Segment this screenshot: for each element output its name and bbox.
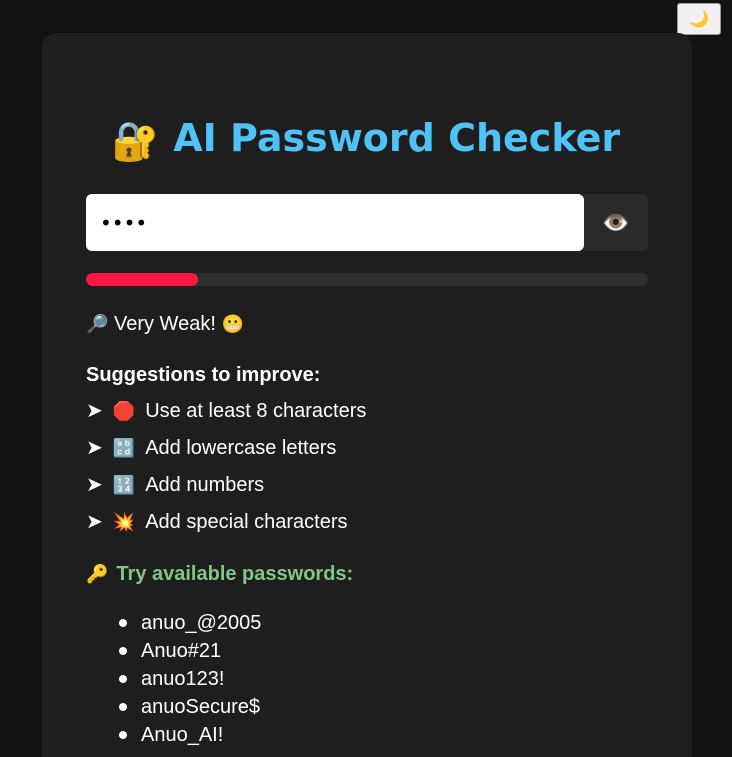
available-passwords-list: anuo_@2005 Anuo#21 anuo123! anuoSecure$ … bbox=[118, 609, 261, 749]
strength-meter-fill bbox=[86, 273, 199, 286]
suggestion-item: ➤ 💥 Add special characters bbox=[86, 508, 348, 536]
password-input[interactable] bbox=[86, 194, 584, 251]
password-suggestion[interactable]: anuoSecure$ bbox=[118, 693, 261, 721]
key-icon: 🔑 bbox=[86, 564, 109, 584]
arrow-icon: ➤ bbox=[86, 511, 103, 533]
password-suggestion[interactable]: anuo_@2005 bbox=[118, 609, 261, 637]
suggestion-text: Add numbers bbox=[145, 474, 265, 496]
available-passwords-title-text: Try available passwords: bbox=[116, 563, 354, 585]
suggestions-title: Suggestions to improve: bbox=[86, 364, 321, 386]
suggestion-item: ➤ 🔡 Add lowercase letters bbox=[86, 434, 336, 462]
available-passwords-title: 🔑 Try available passwords: bbox=[86, 560, 353, 588]
eye-icon: 👁️ bbox=[602, 209, 630, 235]
locked-with-key-icon: 🔐 bbox=[111, 119, 160, 163]
grimacing-face-icon: 😬 bbox=[221, 314, 244, 334]
lowercase-letters-icon: 🔡 bbox=[112, 438, 136, 458]
explosion-icon: 💥 bbox=[112, 512, 136, 532]
arrow-icon: ➤ bbox=[86, 400, 103, 422]
suggestion-text: Add special characters bbox=[145, 511, 348, 533]
crescent-moon-icon: 🌙 bbox=[689, 11, 709, 28]
password-suggestion[interactable]: Anuo#21 bbox=[118, 637, 261, 665]
suggestion-text: Add lowercase letters bbox=[145, 437, 337, 459]
password-suggestion[interactable]: anuo123! bbox=[118, 665, 261, 693]
stop-sign-icon: 🛑 bbox=[112, 401, 136, 421]
numbers-icon: 🔢 bbox=[112, 475, 136, 495]
strength-status: 🔎 Very Weak! 😬 bbox=[86, 310, 244, 338]
suggestion-item: ➤ 🔢 Add numbers bbox=[86, 471, 264, 499]
arrow-icon: ➤ bbox=[86, 437, 103, 459]
toggle-visibility-button[interactable]: 👁️ bbox=[584, 194, 648, 251]
suggestion-item: ➤ 🛑 Use at least 8 characters bbox=[86, 397, 366, 425]
strength-meter bbox=[86, 273, 648, 286]
page-title-text: AI Password Checker bbox=[173, 116, 621, 160]
password-suggestion[interactable]: Anuo_AI! bbox=[118, 721, 261, 749]
page: 🌙 🔐 AI Password Checker 👁️ 🔎 Very Weak! 😬… bbox=[0, 0, 732, 757]
theme-toggle-button[interactable]: 🌙 bbox=[677, 3, 721, 35]
arrow-icon: ➤ bbox=[86, 474, 103, 496]
password-row: 👁️ bbox=[86, 194, 648, 251]
magnifying-glass-icon: 🔎 bbox=[86, 314, 109, 334]
suggestion-text: Use at least 8 characters bbox=[145, 400, 367, 422]
page-title: 🔐 AI Password Checker bbox=[0, 112, 732, 167]
strength-label: Very Weak! bbox=[113, 313, 216, 335]
